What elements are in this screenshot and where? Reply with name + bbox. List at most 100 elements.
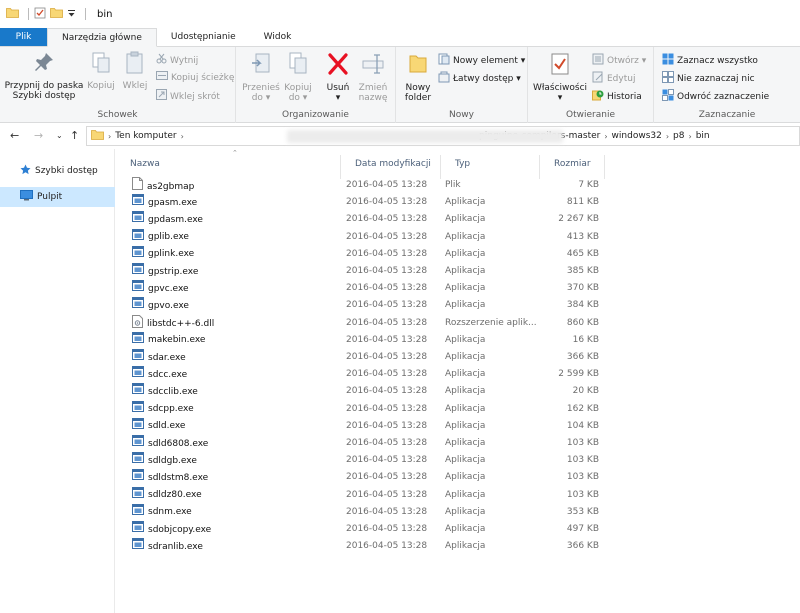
- file-row[interactable]: sdranlib.exe 2016-04-05 13:28 Aplikacja 366…: [116, 538, 800, 555]
- customize-quick-access-icon[interactable]: [67, 8, 76, 21]
- file-row[interactable]: sdld.exe 2016-04-05 13:28 Aplikacja 104 KB: [116, 417, 800, 435]
- column-header-type[interactable]: Typ: [441, 155, 540, 179]
- file-row[interactable]: sdobjcopy.exe 2016-04-05 13:28 Aplikacja 49…: [116, 521, 800, 538]
- move-to-button[interactable]: Przenieś do ▾: [242, 51, 280, 103]
- history-button[interactable]: Historia: [592, 89, 642, 105]
- new-folder-quick-icon[interactable]: [50, 7, 63, 21]
- file-row[interactable]: gpdasm.exe 2016-04-05 13:28 Aplikacja 2 267…: [116, 211, 800, 228]
- breadcrumb-windows32[interactable]: windows32: [612, 131, 662, 141]
- column-header-size[interactable]: Rozmiar: [540, 155, 605, 179]
- up-arrow-icon[interactable]: ↑: [70, 129, 79, 142]
- breadcrumb-chevron-icon[interactable]: ›: [181, 132, 184, 141]
- copy-path-button[interactable]: Kopiuj ścieżkę: [156, 71, 234, 84]
- rename-button[interactable]: Zmień nazwę: [356, 51, 390, 103]
- file-row[interactable]: gplib.exe 2016-04-05 13:28 Aplikacja 413 KB: [116, 228, 800, 246]
- breadcrumb-chevron-icon[interactable]: ›: [604, 132, 607, 141]
- file-date: 2016-04-05 13:28: [346, 438, 428, 448]
- pin-quick-access-button[interactable]: Przypnij do paska Szybki dostęp: [4, 51, 84, 101]
- history-label: Historia: [607, 92, 642, 102]
- file-row[interactable]: as2gbmap 2016-04-05 13:28 Plik 7 KB: [116, 177, 800, 194]
- tab-home[interactable]: Narzędzia główne: [47, 28, 157, 47]
- breadcrumb-chevron-icon[interactable]: ›: [689, 132, 692, 141]
- open-label: Otwórz: [607, 56, 639, 66]
- file-row[interactable]: gpstrip.exe 2016-04-05 13:28 Aplikacja 385 …: [116, 263, 800, 280]
- select-none-label: Nie zaznaczaj nic: [677, 74, 755, 84]
- open-button[interactable]: Otwórz ▾: [592, 53, 646, 69]
- file-row[interactable]: sdldgb.exe 2016-04-05 13:28 Aplikacja 103 K…: [116, 452, 800, 469]
- file-name: sdobjcopy.exe: [148, 524, 212, 535]
- nav-item-quick-access[interactable]: Szybki dostęp: [0, 161, 115, 181]
- file-row[interactable]: sdld6808.exe 2016-04-05 13:28 Aplikacja 103…: [116, 435, 800, 452]
- file-row[interactable]: makebin.exe 2016-04-05 13:28 Aplikacja 16 K…: [116, 331, 800, 349]
- new-item-button[interactable]: Nowy element ▾: [438, 53, 525, 69]
- file-type: Aplikacja: [445, 472, 486, 483]
- nav-item-desktop[interactable]: Pulpit: [0, 187, 115, 207]
- file-date: 2016-04-05 13:28: [346, 231, 428, 242]
- open-group: Właściwości ▾ Otwórz ▾ Edytuj Historia O…: [528, 47, 654, 123]
- new-folder-button[interactable]: Nowy folder: [400, 51, 436, 103]
- file-row[interactable]: gpvc.exe 2016-04-05 13:28 Aplikacja 370 KB: [116, 280, 800, 297]
- back-arrow-icon[interactable]: ←: [10, 129, 19, 142]
- file-row[interactable]: libstdc++-6.dll 2016-04-05 13:28 Rozszerze…: [116, 314, 800, 332]
- column-header-date[interactable]: Data modyfikacji: [341, 155, 441, 179]
- column-header-name[interactable]: Nazwa: [116, 155, 341, 179]
- file-date: 2016-04-05 13:28: [346, 214, 428, 225]
- file-row[interactable]: sdldz80.exe 2016-04-05 13:28 Aplikacja 103 …: [116, 486, 800, 505]
- invert-selection-icon: [662, 89, 674, 105]
- application-icon: [132, 503, 144, 522]
- file-row[interactable]: sdcclib.exe 2016-04-05 13:28 Aplikacja 20 K…: [116, 383, 800, 400]
- address-bar[interactable]: › Ten komputer › › pinguino-compilers-ma…: [86, 126, 800, 146]
- file-row[interactable]: sdcc.exe 2016-04-05 13:28 Aplikacja 2 599 K…: [116, 366, 800, 383]
- file-type: Plik: [445, 180, 461, 190]
- window-title: bin: [97, 8, 113, 20]
- file-row[interactable]: gpasm.exe 2016-04-05 13:28 Aplikacja 811 KB: [116, 194, 800, 211]
- tab-file[interactable]: Plik: [0, 28, 47, 46]
- pin-label-line2: Szybki dostęp: [12, 91, 76, 101]
- application-icon: [132, 486, 144, 505]
- forward-arrow-icon[interactable]: →: [34, 129, 43, 142]
- paste-shortcut-button[interactable]: Wklej skrót: [156, 89, 220, 104]
- file-row[interactable]: gplink.exe 2016-04-05 13:28 Aplikacja 465 K…: [116, 245, 800, 263]
- properties-quick-icon[interactable]: [34, 7, 46, 22]
- copy-to-label-line1: Kopiuj: [284, 83, 312, 93]
- edit-button[interactable]: Edytuj: [592, 71, 635, 87]
- file-type: Aplikacja: [445, 214, 486, 225]
- copy-to-button[interactable]: Kopiuj do ▾: [282, 51, 314, 103]
- application-icon: [132, 435, 144, 453]
- tab-share[interactable]: Udostępnianie: [157, 28, 250, 46]
- file-size: 2 599 KB: [558, 369, 599, 380]
- file-row[interactable]: sdcpp.exe 2016-04-05 13:28 Aplikacja 162 KB: [116, 400, 800, 418]
- file-type: Aplikacja: [445, 506, 486, 517]
- properties-button[interactable]: Właściwości ▾: [532, 51, 588, 103]
- file-name-cell: sdld6808.exe: [132, 435, 342, 453]
- file-row[interactable]: sdar.exe 2016-04-05 13:28 Aplikacja 366 KB: [116, 349, 800, 366]
- folder-icon: [6, 7, 19, 21]
- breadcrumb-this-pc[interactable]: Ten komputer: [115, 131, 176, 141]
- file-name: makebin.exe: [148, 335, 206, 346]
- breadcrumb-chevron-icon[interactable]: ›: [108, 132, 111, 141]
- file-name-cell: sdranlib.exe: [132, 538, 342, 556]
- ribbon-tabs: Plik Narzędzia główne Udostępnianie Wido…: [0, 28, 800, 47]
- file-size: 811 KB: [566, 197, 599, 208]
- file-row[interactable]: sdnm.exe 2016-04-05 13:28 Aplikacja 353 KB: [116, 503, 800, 522]
- cut-button[interactable]: Wytnij: [156, 53, 198, 68]
- delete-button[interactable]: Usuń ▾: [324, 51, 352, 103]
- easy-access-button[interactable]: Łatwy dostęp ▾: [438, 71, 521, 87]
- breadcrumb-chevron-icon[interactable]: ›: [666, 132, 669, 141]
- breadcrumb-bin[interactable]: bin: [696, 131, 710, 141]
- properties-dropdown-icon: ▾: [557, 93, 563, 103]
- recent-locations-chevron-icon[interactable]: ⌄: [56, 131, 63, 140]
- file-size: 20 KB: [572, 386, 599, 397]
- select-all-button[interactable]: Zaznacz wszystko: [662, 53, 758, 69]
- paste-button[interactable]: Wklej: [119, 51, 151, 91]
- file-size: 366 KB: [566, 352, 599, 362]
- tab-view[interactable]: Widok: [250, 28, 306, 46]
- invert-selection-button[interactable]: Odwróć zaznaczenie: [662, 89, 769, 105]
- file-row[interactable]: sdldstm8.exe 2016-04-05 13:28 Aplikacja 103…: [116, 469, 800, 486]
- file-type: Aplikacja: [445, 248, 486, 259]
- copy-button[interactable]: Kopiuj: [86, 51, 116, 91]
- file-row[interactable]: gpvo.exe 2016-04-05 13:28 Aplikacja 384 KB: [116, 297, 800, 314]
- select-none-button[interactable]: Nie zaznaczaj nic: [662, 71, 755, 87]
- breadcrumb-p8[interactable]: p8: [673, 131, 684, 141]
- select-group-label: Zaznaczanie: [698, 110, 756, 120]
